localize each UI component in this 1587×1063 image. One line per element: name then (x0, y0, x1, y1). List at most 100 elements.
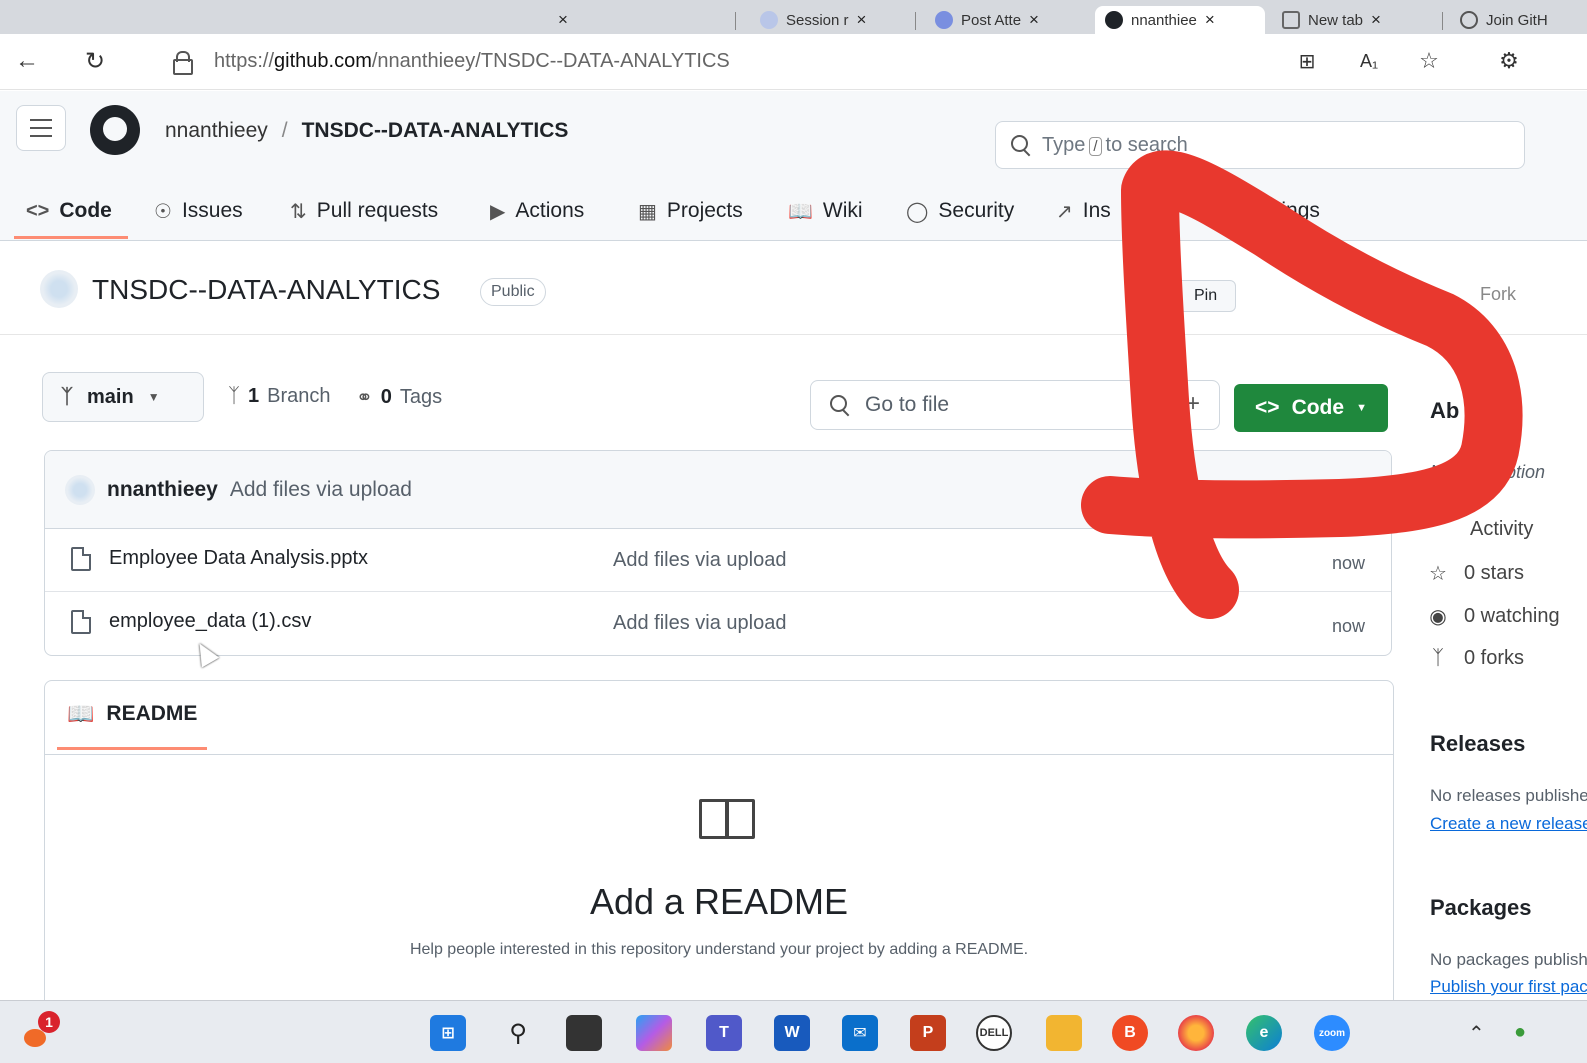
copilot-icon[interactable] (636, 1015, 672, 1051)
tab-insights-label: Ins (1082, 199, 1111, 222)
publish-package-link[interactable]: Publish your first package (1430, 977, 1587, 997)
tab-code[interactable]: <> Code (26, 186, 112, 236)
tab-pull-requests[interactable]: ⇅ Pull requests (290, 186, 438, 236)
chevron-up-icon[interactable]: ⌃ (1468, 1021, 1485, 1046)
tab-favicon-icon (760, 11, 778, 29)
search-placeholder-pre: Type (1042, 133, 1086, 156)
avatar[interactable] (40, 270, 78, 308)
activity-label: Activity (1470, 518, 1534, 540)
code-button[interactable]: <> Code ▼ (1234, 384, 1388, 432)
mail-icon[interactable]: ✉ (842, 1015, 878, 1051)
github-logo-icon[interactable] (90, 105, 140, 155)
tab-title: nnanthiee (1131, 11, 1197, 29)
brave-browser-icon[interactable]: B (1112, 1015, 1148, 1051)
fork-label: Fork (1480, 284, 1516, 304)
dell-icon[interactable]: DELL (976, 1015, 1012, 1051)
tab-close-icon[interactable]: × (1029, 10, 1039, 30)
releases-heading[interactable]: Releases (1430, 731, 1525, 757)
browser-tab[interactable]: New tab × (1272, 6, 1437, 34)
notification-icon[interactable]: 1 (24, 1011, 60, 1047)
tab-security[interactable]: ◯ Security (906, 186, 1014, 236)
readme-tab[interactable]: 📖 README (67, 701, 197, 727)
file-name[interactable]: Employee Data Analysis.pptx (109, 547, 368, 570)
new-tab-icon (1282, 11, 1300, 29)
graph-icon: ↗ (1056, 200, 1073, 223)
tab-close-icon[interactable]: × (1371, 10, 1381, 30)
search-shortcut-key: / (1089, 136, 1102, 156)
menu-icon[interactable] (16, 105, 66, 151)
browser-tab[interactable]: Join GitH (1450, 6, 1587, 34)
browser-tab[interactable]: Post Atte × (925, 6, 1085, 34)
powerpoint-icon[interactable]: P (910, 1015, 946, 1051)
edge-icon[interactable]: e (1246, 1015, 1282, 1051)
zoom-icon[interactable]: zoom (1314, 1015, 1350, 1051)
split-screen-icon[interactable]: ⊞ (1292, 46, 1322, 76)
browser-tab[interactable]: Session r × (750, 6, 910, 34)
tab-close-icon[interactable]: × (857, 10, 867, 30)
branch-selector[interactable]: ᛉ main ▼ (42, 372, 204, 422)
word-icon[interactable]: W (774, 1015, 810, 1051)
commit-author[interactable]: nnanthieey (107, 478, 218, 502)
owner-link[interactable]: nnanthieey (165, 119, 268, 143)
search-icon[interactable]: ⚲ (500, 1015, 536, 1051)
tab-projects-label: Projects (666, 199, 743, 222)
activity-link[interactable]: Activity (1470, 518, 1533, 541)
readme-tab-label: README (106, 702, 198, 725)
tags-link[interactable]: ⚭ 0 Tags (356, 385, 442, 410)
browser-tab[interactable]: × (540, 6, 710, 34)
stars-link[interactable]: ☆ 0 stars (1428, 561, 1524, 586)
tab-close-icon[interactable]: × (558, 10, 568, 30)
extensions-icon[interactable]: ⚙ (1494, 46, 1524, 76)
repo-nav: <> Code ☉ Issues ⇅ Pull requests ▶ Actio… (0, 186, 1587, 242)
table-row[interactable]: employee_data (1).csv Add files via uplo… (45, 592, 1391, 655)
github-header: nnanthieey / TNSDC--DATA-ANALYTICS Type /… (0, 91, 1587, 241)
avatar[interactable] (65, 474, 95, 505)
page-title[interactable]: TNSDC--DATA-ANALYTICS (92, 274, 440, 306)
tab-pull-requests-label: Pull requests (316, 199, 439, 222)
file-name[interactable]: employee_data (1).csv (109, 610, 311, 633)
table-row[interactable]: Employee Data Analysis.pptx Add files vi… (45, 529, 1391, 592)
tab-wiki[interactable]: 📖 Wiki (788, 186, 863, 236)
file-commit-message[interactable]: Add files via upload (613, 612, 786, 635)
tab-actions[interactable]: ▶ Actions (490, 186, 584, 236)
eye-icon: ◉ (1429, 606, 1447, 628)
tab-projects[interactable]: ▦ Projects (638, 186, 743, 236)
tab-issues[interactable]: ☉ Issues (154, 186, 243, 236)
repo-title-row: TNSDC--DATA-ANALYTICS Public Pin Fork (0, 250, 1587, 335)
tab-close-icon[interactable]: × (1205, 10, 1215, 30)
create-release-link[interactable]: Create a new release (1430, 814, 1587, 834)
teams-icon[interactable]: T (706, 1015, 742, 1051)
book-icon (699, 799, 755, 839)
packages-heading[interactable]: Packages (1430, 895, 1532, 921)
read-aloud-icon[interactable]: A₁ (1354, 46, 1384, 76)
security-tray-icon[interactable]: ● (1514, 1021, 1526, 1044)
browser-tab-active[interactable]: nnanthiee × (1095, 6, 1265, 34)
back-arrow-icon[interactable]: ← (12, 46, 42, 76)
tab-insights[interactable]: ↗ Ins (1056, 186, 1111, 236)
url-field[interactable]: https://github.com/nnanthieey/TNSDC--DAT… (172, 44, 1282, 78)
firefox-icon[interactable] (1178, 1015, 1214, 1051)
branch-name: main (87, 385, 134, 408)
commit-message[interactable]: Add files via upload (230, 478, 412, 502)
repo-link[interactable]: TNSDC--DATA-ANALYTICS (302, 119, 569, 143)
favorite-star-icon[interactable]: ☆ (1414, 46, 1444, 76)
windows-start-icon[interactable]: ⊞ (430, 1015, 466, 1051)
file-commit-message[interactable]: Add files via upload (613, 549, 786, 572)
github-favicon-icon (1460, 11, 1478, 29)
fork-button[interactable]: Fork (1480, 284, 1516, 305)
chevron-down-icon: ▼ (1356, 402, 1367, 414)
go-to-file-input[interactable]: Go to file (810, 380, 1220, 430)
forks-label: 0 forks (1464, 647, 1525, 669)
forks-link[interactable]: ᛉ 0 forks (1428, 647, 1524, 670)
watching-link[interactable]: ◉ 0 watching (1428, 604, 1559, 629)
tab-settings[interactable]: Settings (1244, 186, 1320, 236)
task-view-icon[interactable] (566, 1015, 602, 1051)
branches-link[interactable]: ᛉ 1 Branch (228, 385, 331, 408)
reload-icon[interactable]: ↻ (80, 46, 110, 76)
breadcrumb: nnanthieey / TNSDC--DATA-ANALYTICS (165, 119, 568, 143)
windows-taskbar: 1 ⊞ ⚲ T W ✉ P DELL B e zoom ⌃ ● (0, 1000, 1587, 1063)
file-explorer-icon[interactable] (1046, 1015, 1082, 1051)
add-file-button[interactable]: + (1186, 390, 1200, 418)
pin-button[interactable]: Pin (1175, 280, 1237, 312)
search-input[interactable]: Type / to search (995, 121, 1525, 169)
